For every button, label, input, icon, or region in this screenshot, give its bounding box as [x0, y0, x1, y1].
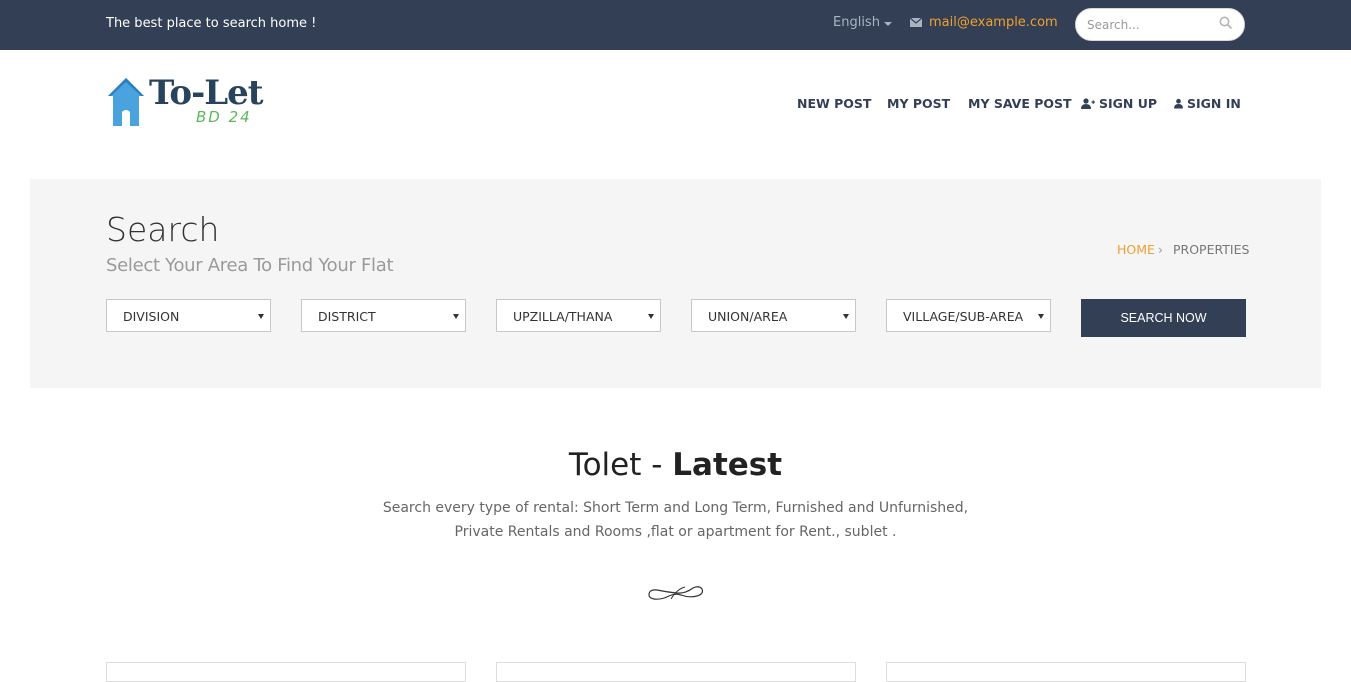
select-value: DISTRICT: [318, 309, 376, 324]
district-select[interactable]: DISTRICT: [301, 299, 466, 332]
section-title-plain: Tolet -: [568, 447, 673, 483]
user-plus-icon: [1081, 98, 1095, 109]
property-card[interactable]: [496, 662, 856, 682]
dropdown-arrow-icon: [258, 314, 264, 319]
dropdown-arrow-icon: [1038, 314, 1044, 319]
property-card[interactable]: [886, 662, 1246, 682]
search-panel: [30, 179, 1321, 388]
division-select[interactable]: DIVISION: [106, 299, 271, 332]
envelope-icon: [910, 18, 922, 27]
nav-label: MY SAVE POST: [968, 96, 1072, 111]
village-select[interactable]: VILLAGE/SUB-AREA: [886, 299, 1051, 332]
property-card[interactable]: [106, 662, 466, 682]
tagline: The best place to search home !: [106, 16, 317, 31]
dropdown-arrow-icon: [843, 314, 849, 319]
language-selector[interactable]: English: [833, 15, 892, 30]
site-logo[interactable]: To-Let BD 24: [106, 72, 266, 132]
page-title: Search: [106, 210, 220, 249]
breadcrumb-home[interactable]: HOME: [1117, 242, 1155, 258]
description-line: Search every type of rental: Short Term …: [382, 500, 969, 516]
select-value: UNION/AREA: [708, 309, 788, 324]
nav-label: MY POST: [887, 96, 951, 111]
select-value: VILLAGE/SUB-AREA: [903, 309, 1024, 324]
email-text: mail@example.com: [929, 15, 1058, 30]
search-now-button[interactable]: SEARCH NOW: [1081, 299, 1246, 337]
select-value: UPZILLA/THANA: [513, 309, 613, 324]
user-icon: [1174, 98, 1183, 109]
select-value: DIVISION: [123, 309, 180, 324]
nav-new-post[interactable]: NEW POST: [797, 96, 871, 111]
nav-sign-in[interactable]: SIGN IN: [1174, 96, 1241, 111]
language-label: English: [833, 15, 880, 30]
nav-my-save-post[interactable]: MY SAVE POST: [968, 96, 1072, 111]
section-title-bold: Latest: [672, 447, 783, 483]
breadcrumb-separator-icon: ›: [1158, 242, 1163, 257]
nav-my-post[interactable]: MY POST: [887, 96, 950, 111]
logo-subtitle: BD 24: [196, 108, 252, 126]
nav-label: SIGN IN: [1187, 96, 1241, 111]
breadcrumb-current: PROPERTIES: [1173, 242, 1250, 257]
union-select[interactable]: UNION/AREA: [691, 299, 856, 332]
email-link[interactable]: mail@example.com: [910, 15, 1058, 30]
nav-label: SIGN UP: [1099, 96, 1158, 111]
house-logo-icon: [108, 78, 144, 126]
dropdown-arrow-icon: [648, 314, 654, 319]
nav-label: NEW POST: [797, 96, 872, 111]
page-subtitle: Select Your Area To Find Your Flat: [106, 255, 394, 276]
section-description: Search every type of rental: Short Term …: [0, 496, 1351, 544]
flourish-divider-icon: [648, 586, 704, 600]
upzilla-select[interactable]: UPZILLA/THANA: [496, 299, 661, 332]
search-icon[interactable]: [1219, 16, 1233, 30]
section-title: Tolet - Latest: [0, 444, 1351, 486]
dropdown-arrow-icon: [453, 314, 459, 319]
search-input[interactable]: [1087, 16, 1212, 34]
description-line: Private Rentals and Rooms ,flat or apart…: [454, 524, 897, 540]
caret-down-icon: [883, 22, 892, 26]
nav-sign-up[interactable]: SIGN UP: [1081, 96, 1157, 111]
